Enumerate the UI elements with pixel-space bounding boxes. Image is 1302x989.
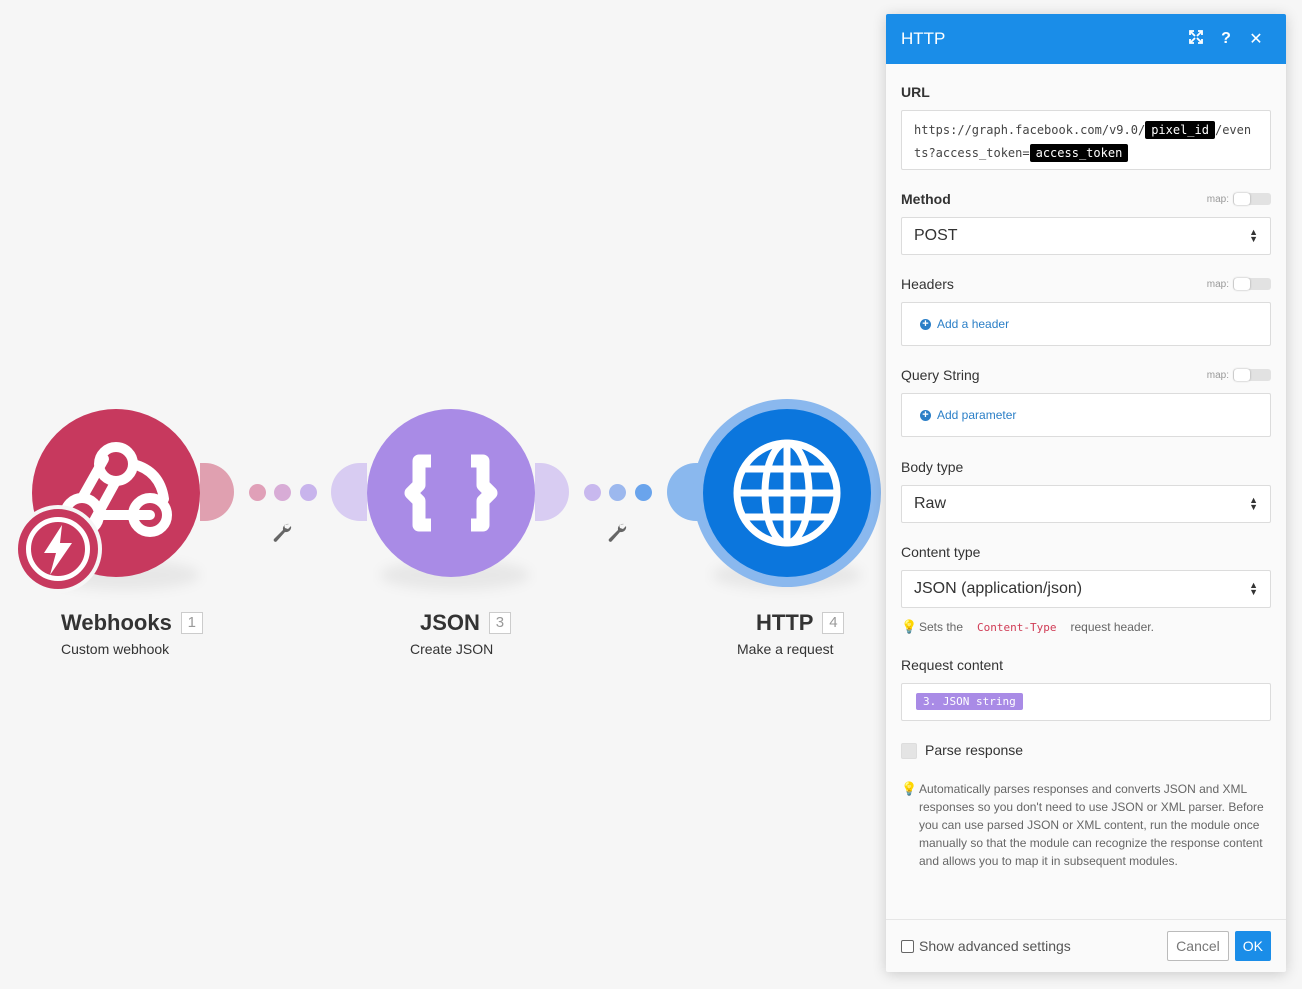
module-number: 3 — [488, 612, 511, 634]
parse-response-hint: 💡 Automatically parses responses and con… — [901, 780, 1271, 870]
mapped-token[interactable]: pixel_id — [1145, 121, 1215, 139]
connection-dot — [300, 484, 317, 501]
add-parameter-button[interactable]: + Add parameter — [901, 393, 1271, 437]
module-number: 1 — [180, 612, 203, 634]
close-icon[interactable]: ✕ — [1241, 29, 1271, 49]
query-string-label: Query String — [901, 367, 980, 383]
lightning-icon — [44, 525, 72, 575]
module-title: Webhooks 1 — [61, 610, 203, 636]
show-advanced-toggle[interactable]: Show advanced settings — [901, 938, 1167, 954]
connection-dot — [274, 484, 291, 501]
module-title: JSON 3 — [420, 610, 511, 636]
url-text: /even — [1214, 123, 1252, 137]
plus-circle-icon: + — [920, 318, 931, 330]
globe-icon — [733, 439, 841, 547]
panel-footer: Show advanced settings Cancel OK — [886, 919, 1286, 972]
map-toggle[interactable]: map: — [1207, 278, 1271, 290]
method-value: POST — [914, 227, 958, 244]
method-select[interactable]: POST ▲ ▼ — [901, 217, 1271, 255]
body-type-value: Raw — [914, 495, 947, 512]
json-bubble[interactable] — [367, 409, 535, 577]
content-type-value: JSON (application/json) — [914, 580, 1083, 597]
connection-dot — [249, 484, 266, 501]
connection-dot — [635, 484, 652, 501]
connection-dot — [609, 484, 626, 501]
body-type-label: Body type — [901, 459, 964, 475]
map-toggle[interactable]: map: — [1207, 369, 1271, 381]
map-toggle[interactable]: map: — [1207, 193, 1271, 205]
url-text: https://graph.facebook.com/v9.0/ — [914, 123, 1146, 137]
add-header-button[interactable]: + Add a header — [901, 302, 1271, 346]
headers-label: Headers — [901, 276, 954, 292]
braces-icon — [404, 454, 498, 532]
panel-header: HTTP ? ✕ — [886, 14, 1286, 64]
mapped-token[interactable]: access_token — [1029, 144, 1129, 162]
sort-arrows-icon: ▲ ▼ — [1249, 227, 1258, 244]
add-header-label: Add a header — [937, 317, 1010, 331]
map-label: map: — [1206, 278, 1229, 290]
hint-text: Automatically parses responses and conve… — [919, 782, 1264, 868]
hint-text: Sets the — [919, 620, 964, 634]
advanced-label: Show advanced settings — [919, 938, 1071, 954]
module-number: 4 — [822, 612, 845, 634]
json-connector-out[interactable] — [535, 463, 569, 521]
wrench-icon[interactable] — [271, 521, 293, 543]
request-content-field[interactable]: 3. JSON string — [901, 683, 1271, 721]
expand-icon[interactable] — [1181, 29, 1211, 49]
hint-code: Content-Type — [977, 620, 1057, 634]
module-name: HTTP — [756, 610, 814, 635]
module-subtitle: Create JSON — [410, 641, 494, 657]
map-switch[interactable] — [1233, 193, 1271, 205]
url-text: ts?access_token= — [914, 146, 1030, 160]
content-type-select[interactable]: JSON (application/json) ▲ ▼ — [901, 570, 1271, 608]
mapped-token[interactable]: 3. JSON string — [916, 693, 1023, 710]
map-switch[interactable] — [1233, 278, 1271, 290]
content-type-label: Content type — [901, 544, 981, 560]
method-label: Method — [901, 191, 951, 207]
parse-response-label: Parse response — [925, 742, 1024, 758]
lightbulb-icon: 💡 — [901, 619, 918, 634]
module-settings-panel: HTTP ? ✕ URL https://graph.facebook.com/… — [886, 14, 1286, 972]
json-connector-in[interactable] — [331, 463, 367, 521]
request-content-label: Request content — [901, 657, 1003, 673]
webhooks-connector[interactable] — [200, 463, 234, 521]
advanced-checkbox[interactable] — [901, 939, 914, 953]
module-title: HTTP 4 — [756, 610, 845, 636]
http-bubble[interactable] — [703, 409, 871, 577]
lightbulb-icon: 💡 — [901, 781, 918, 796]
module-name: JSON — [420, 610, 480, 635]
panel-title: HTTP — [901, 29, 946, 48]
module-subtitle: Custom webhook — [61, 641, 170, 657]
ok-button[interactable]: OK — [1234, 931, 1271, 961]
instant-trigger-badge — [14, 505, 102, 593]
parse-response-checkbox[interactable] — [901, 743, 917, 759]
map-switch[interactable] — [1233, 369, 1271, 381]
help-icon[interactable]: ? — [1211, 30, 1241, 48]
map-label: map: — [1206, 369, 1229, 381]
module-name: Webhooks — [61, 610, 172, 635]
body-type-select[interactable]: Raw ▲ ▼ — [901, 485, 1271, 523]
add-parameter-label: Add parameter — [937, 408, 1017, 422]
module-subtitle: Make a request — [737, 641, 834, 657]
wrench-icon[interactable] — [606, 521, 628, 543]
connection-dot — [584, 484, 601, 501]
content-type-hint: 💡 Sets the Content-Type request header. — [901, 619, 1271, 635]
plus-circle-icon: + — [920, 409, 931, 421]
hint-text: request header. — [1070, 620, 1154, 634]
sort-arrows-icon: ▲ ▼ — [1249, 495, 1258, 512]
url-field[interactable]: https://graph.facebook.com/v9.0/pixel_id… — [901, 110, 1271, 170]
sort-arrows-icon: ▲ ▼ — [1249, 580, 1258, 597]
url-label: URL — [901, 84, 930, 100]
cancel-button[interactable]: Cancel — [1167, 931, 1229, 961]
map-label: map: — [1206, 193, 1229, 205]
